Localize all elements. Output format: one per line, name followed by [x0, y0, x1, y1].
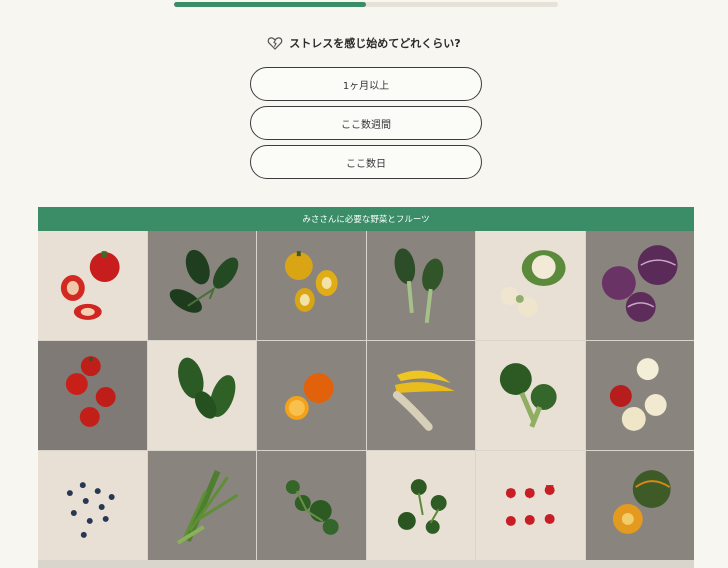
parsley-image [257, 451, 366, 560]
herbs-image [366, 451, 475, 560]
yellow-bell-pepper-image [257, 231, 366, 340]
broccoli-image [476, 341, 585, 450]
option-1-month[interactable]: 1ヶ月以上 [250, 67, 482, 101]
strawberries-image [476, 451, 585, 560]
pumpkin-image [585, 451, 694, 560]
red-cabbage-image [585, 231, 694, 340]
oranges-image [257, 341, 366, 450]
question-text: ストレスを感じ始めてどれくらい? [289, 37, 461, 50]
produce-grid [38, 231, 694, 568]
option-few-weeks[interactable]: ここ数週間 [250, 106, 482, 140]
produce-banner: みささんに必要な野菜とフルーツ [38, 207, 694, 231]
progress-fill [174, 2, 366, 7]
bok-choy-image [366, 231, 475, 340]
tomatoes-image [38, 341, 147, 450]
spinach-image [147, 341, 256, 450]
blueberries-image [38, 451, 147, 560]
broken-heart-icon [267, 35, 283, 51]
progress-bar [174, 2, 558, 7]
answer-options: 1ヶ月以上 ここ数週間 ここ数日 [250, 67, 482, 184]
red-bell-pepper-image [38, 231, 147, 340]
kale-image [147, 231, 256, 340]
cauliflower-image [476, 231, 585, 340]
question-heading: ストレスを感じ始めてどれくらい? [0, 35, 728, 51]
mizuna-image [147, 451, 256, 560]
apples-image [585, 341, 694, 450]
option-few-days[interactable]: ここ数日 [250, 145, 482, 179]
bananas-image [366, 341, 475, 450]
